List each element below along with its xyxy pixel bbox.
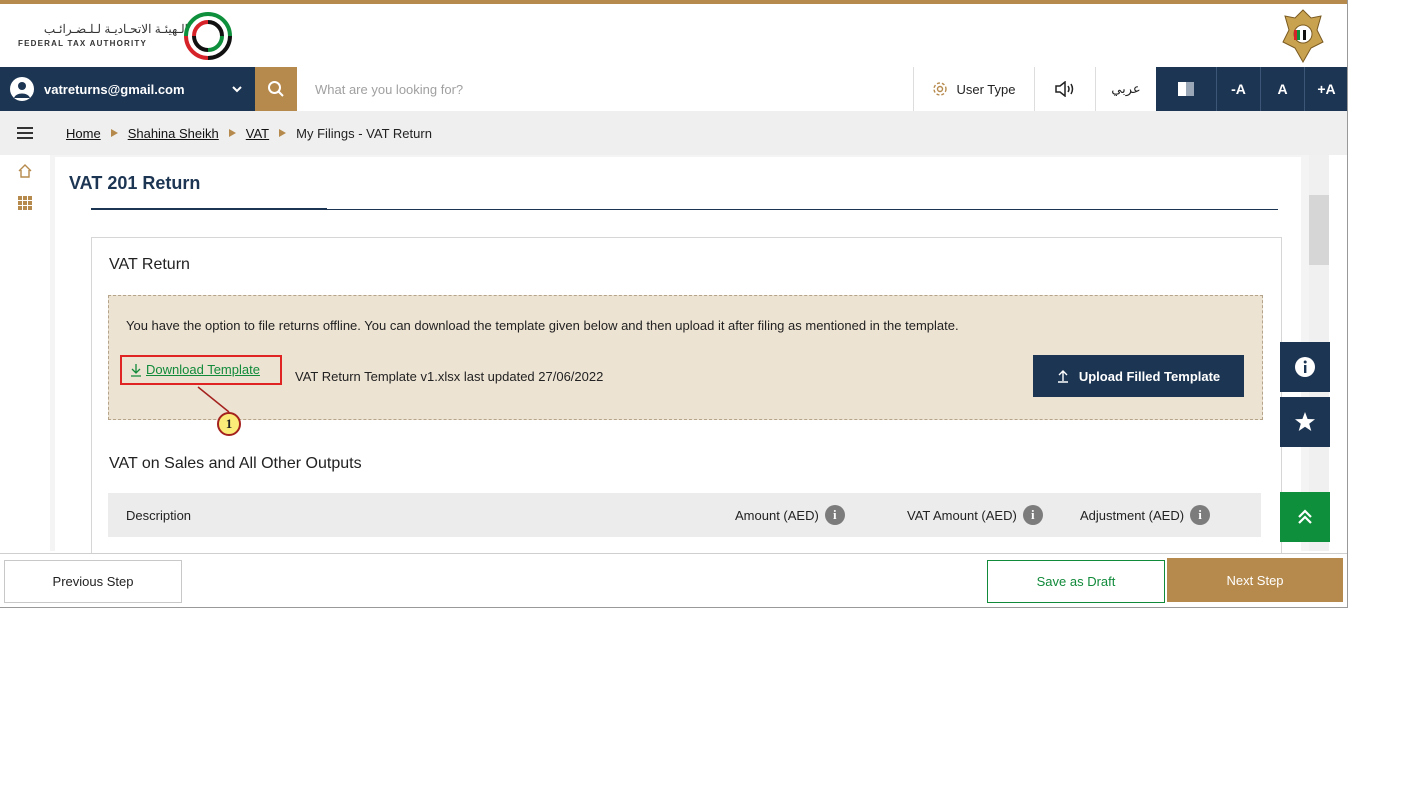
next-step-button[interactable]: Next Step	[1167, 558, 1343, 602]
table-header: Description Amount (AED) i VAT Amount (A…	[108, 493, 1261, 537]
column-header-vat-amount: VAT Amount (AED) i	[907, 505, 1043, 525]
upload-filled-template-button[interactable]: Upload Filled Template	[1033, 355, 1244, 397]
contrast-toggle-button[interactable]	[1156, 67, 1216, 111]
font-normal-button[interactable]: A	[1260, 67, 1304, 111]
template-file-info: VAT Return Template v1.xlsx last updated…	[295, 369, 604, 384]
amount-header-label: Amount (AED)	[735, 507, 819, 523]
callout-leader-line	[197, 386, 230, 413]
language-arabic-button[interactable]: عربي	[1095, 67, 1156, 111]
contrast-icon	[1178, 82, 1194, 96]
favorite-float-button[interactable]	[1280, 397, 1330, 447]
font-decrease-button[interactable]: -A	[1216, 67, 1260, 111]
star-icon	[1295, 412, 1315, 431]
breadcrumb-current: My Filings - VAT Return	[296, 125, 432, 141]
search-input[interactable]	[297, 67, 913, 111]
column-header-adjustment: Adjustment (AED) i	[1080, 505, 1211, 525]
user-type-button[interactable]: User Type	[913, 67, 1034, 111]
font-increase-button[interactable]: +A	[1304, 67, 1347, 111]
save-as-draft-button[interactable]: Save as Draft	[987, 560, 1165, 603]
callout-number-badge: 1	[217, 412, 241, 436]
scroll-to-top-button[interactable]	[1280, 492, 1330, 542]
info-float-button[interactable]	[1280, 342, 1330, 392]
uae-emblem-icon	[1282, 9, 1324, 64]
adjustment-header-label: Adjustment (AED)	[1080, 507, 1185, 523]
speaker-icon	[1055, 81, 1074, 97]
gear-icon	[933, 82, 948, 96]
info-icon[interactable]: i	[824, 505, 845, 525]
user-type-label: User Type	[956, 81, 1016, 97]
info-icon[interactable]: i	[1022, 505, 1043, 525]
column-header-amount: Amount (AED) i	[735, 505, 845, 525]
text-to-speech-button[interactable]	[1034, 67, 1095, 111]
upload-label: Upload Filled Template	[1078, 368, 1221, 384]
column-header-description: Description	[126, 507, 192, 523]
vat-amount-header-label: VAT Amount (AED)	[907, 507, 1017, 523]
step-navigation-bar: Previous Step Save as Draft Next Step	[0, 553, 1347, 607]
upload-icon	[1057, 370, 1068, 383]
info-icon[interactable]: i	[1190, 505, 1211, 525]
info-circle-icon	[1295, 357, 1315, 377]
scrollbar-thumb[interactable]	[1309, 195, 1329, 265]
section-title: VAT on Sales and All Other Outputs	[109, 455, 362, 472]
double-chevron-up-icon	[1298, 509, 1312, 524]
previous-step-button[interactable]: Previous Step	[4, 560, 182, 603]
